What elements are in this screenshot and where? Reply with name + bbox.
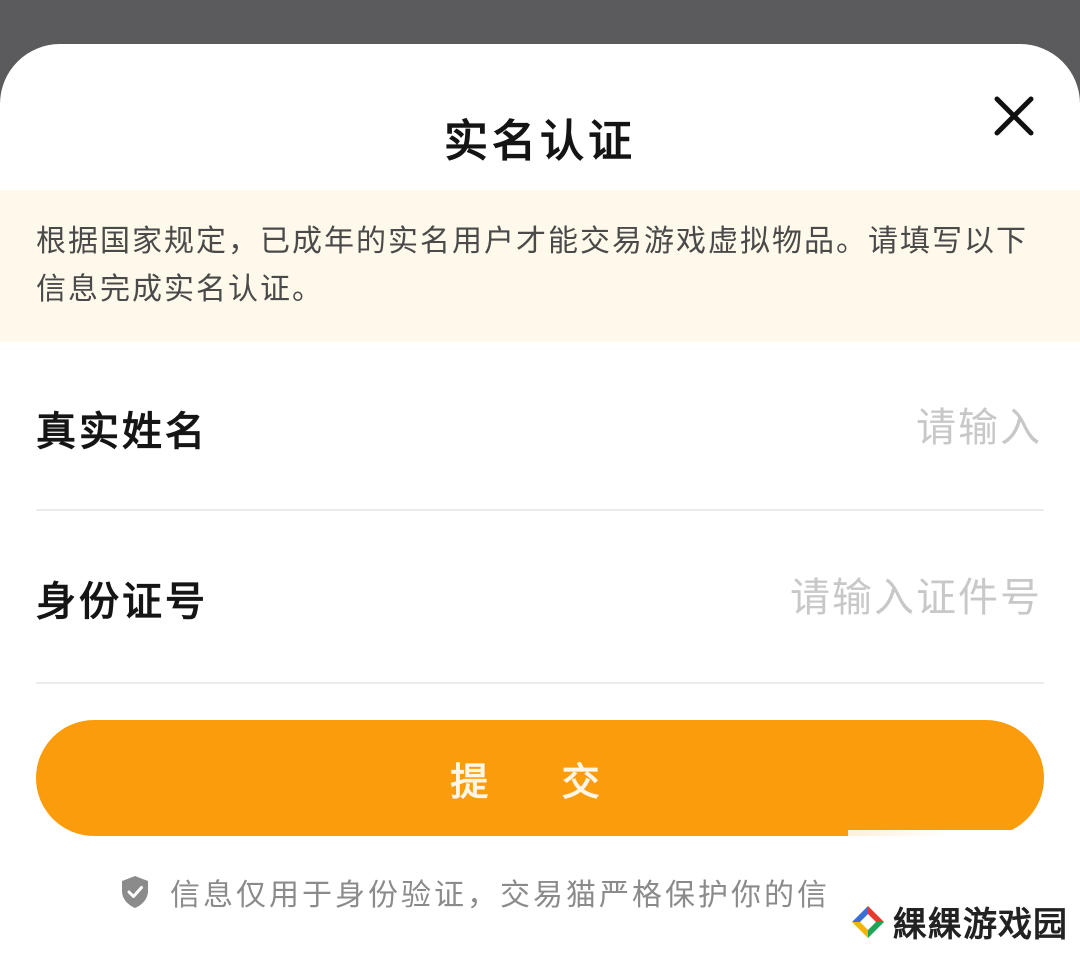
dialog-title: 实名认证: [444, 116, 636, 167]
id-number-row: 身份证号: [36, 512, 1044, 684]
real-name-input[interactable]: [480, 397, 1044, 459]
realname-dialog: 实名认证 根据国家规定，已成年的实名用户才能交易游戏虚拟物品。请填写以下信息完成…: [0, 44, 1080, 954]
privacy-note: 信息仅用于身份验证，交易猫严格保护你的信: [120, 870, 830, 914]
real-name-label: 真实姓名: [36, 408, 208, 455]
submit-button[interactable]: 提 交: [36, 720, 1044, 836]
real-name-row: 真实姓名: [36, 342, 1044, 514]
shield-check-icon: [122, 876, 148, 908]
id-number-label: 身份证号: [36, 578, 208, 625]
close-icon: [994, 96, 1034, 136]
notice-banner: 根据国家规定，已成年的实名用户才能交易游戏虚拟物品。请填写以下信息完成实名认证。: [0, 190, 1080, 342]
id-number-input[interactable]: [480, 567, 1044, 629]
watermark: 綶綶游戏园: [843, 895, 1074, 948]
notice-text: 根据国家规定，已成年的实名用户才能交易游戏虚拟物品。请填写以下信息完成实名认证。: [36, 224, 1028, 307]
watermark-logo-icon: [852, 905, 884, 938]
divider: [36, 509, 1044, 511]
privacy-text: 信息仅用于身份验证，交易猫严格保护你的信: [170, 878, 830, 913]
divider: [36, 682, 1044, 684]
watermark-text: 綶綶游戏园: [893, 905, 1068, 945]
close-button[interactable]: [992, 94, 1036, 138]
